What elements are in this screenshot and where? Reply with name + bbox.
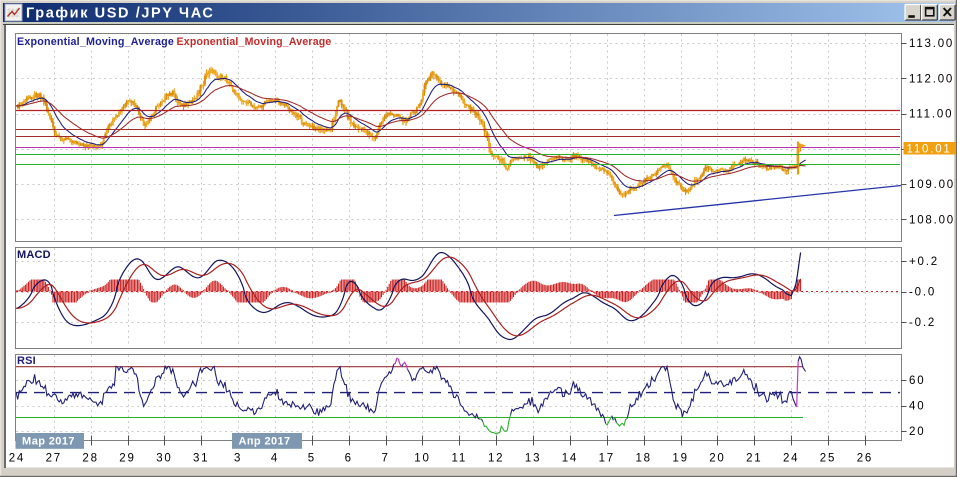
- svg-text:7: 7: [381, 453, 389, 465]
- svg-text:112.00: 112.00: [909, 73, 954, 85]
- svg-text:MACD: MACD: [17, 249, 51, 261]
- svg-text:14: 14: [562, 453, 578, 465]
- svg-text:25: 25: [820, 453, 836, 465]
- svg-text:27: 27: [46, 453, 62, 465]
- svg-text:21: 21: [746, 453, 762, 465]
- svg-text:30: 30: [156, 453, 172, 465]
- svg-text:Exponential_Moving_Average: Exponential_Moving_Average: [17, 36, 174, 48]
- svg-text:17: 17: [599, 453, 615, 465]
- svg-text:19: 19: [672, 453, 688, 465]
- svg-text:Мар 2017: Мар 2017: [22, 436, 75, 448]
- svg-text:113.00: 113.00: [909, 38, 954, 50]
- svg-text:20: 20: [709, 453, 725, 465]
- svg-text:24: 24: [783, 453, 799, 465]
- svg-text:13: 13: [525, 453, 541, 465]
- svg-text:109.00: 109.00: [909, 179, 955, 191]
- svg-text:6: 6: [345, 453, 353, 465]
- svg-text:Exponential_Moving_Average: Exponential_Moving_Average: [177, 36, 332, 48]
- svg-text:RSI: RSI: [17, 355, 36, 367]
- svg-text:24: 24: [9, 453, 25, 465]
- svg-text:-0.2: -0.2: [909, 317, 936, 329]
- svg-text:12: 12: [488, 453, 504, 465]
- svg-text:График USD /JPY ЧАС: График USD /JPY ЧАС: [26, 6, 215, 22]
- svg-text:110.01: 110.01: [907, 143, 952, 155]
- svg-text:5: 5: [308, 453, 316, 465]
- svg-text:10: 10: [414, 453, 430, 465]
- svg-text:4: 4: [271, 453, 279, 465]
- svg-text:Апр 2017: Апр 2017: [239, 436, 291, 448]
- svg-text:28: 28: [82, 453, 98, 465]
- svg-text:40: 40: [909, 401, 925, 413]
- svg-text:29: 29: [119, 453, 135, 465]
- svg-text:111.00: 111.00: [909, 109, 953, 121]
- svg-text:20: 20: [909, 426, 925, 438]
- svg-text:18: 18: [635, 453, 651, 465]
- svg-text:+0.2: +0.2: [909, 256, 939, 268]
- svg-text:108.00: 108.00: [909, 214, 955, 226]
- svg-text:-0.0: -0.0: [909, 287, 936, 299]
- svg-text:31: 31: [193, 453, 209, 465]
- svg-text:60: 60: [909, 375, 925, 387]
- svg-text:11: 11: [452, 453, 468, 465]
- svg-text:26: 26: [857, 453, 873, 465]
- svg-text:3: 3: [234, 453, 242, 465]
